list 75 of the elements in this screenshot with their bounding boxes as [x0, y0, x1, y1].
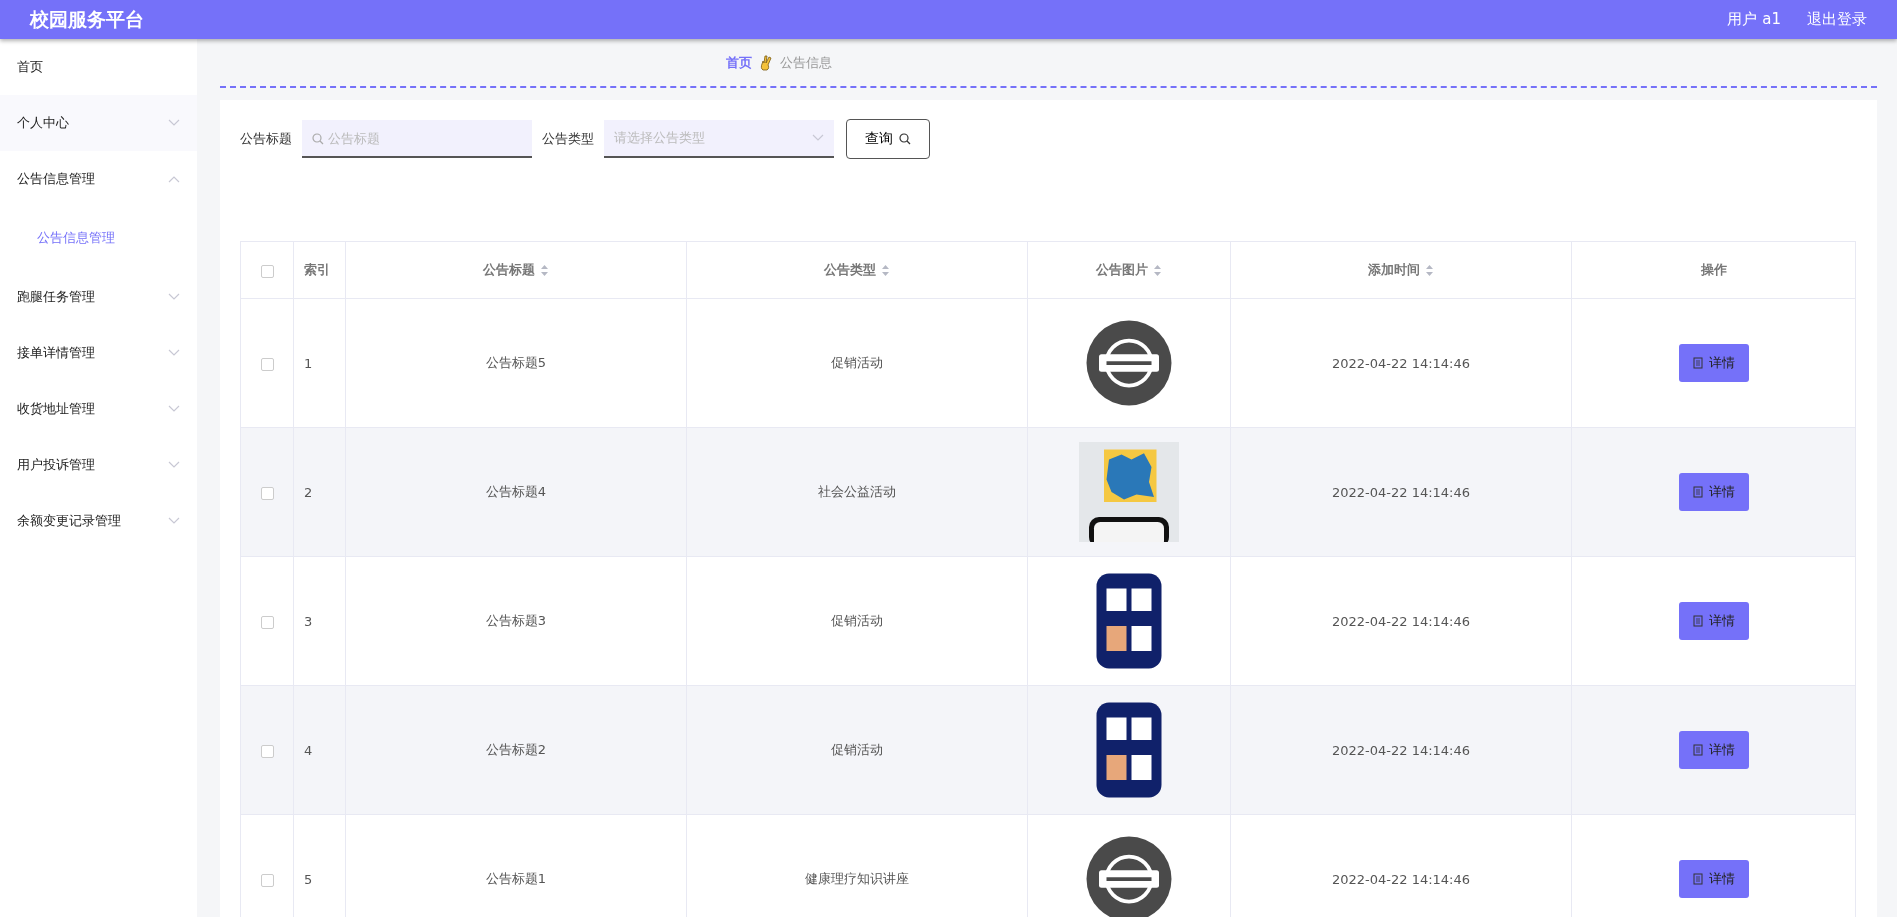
search-icon — [899, 133, 911, 145]
column-header: 索引 — [304, 262, 330, 277]
index-cell: 1 — [304, 355, 313, 371]
select-all-checkbox[interactable] — [260, 264, 274, 278]
sort-icon[interactable] — [881, 264, 890, 277]
chevron-icon — [168, 175, 180, 183]
index-cell: 3 — [304, 613, 313, 629]
time-cell: 2022-04-22 14:14:46 — [1331, 355, 1471, 371]
time-cell: 2022-04-22 14:14:46 — [1331, 613, 1471, 629]
title-cell: 公告标题1 — [485, 871, 547, 886]
chevron-icon — [168, 461, 180, 469]
sort-icon[interactable] — [1153, 264, 1162, 277]
sidebar-item[interactable]: 接单详情管理 — [0, 325, 197, 381]
document-icon — [1692, 615, 1703, 627]
detail-button[interactable]: 详情 — [1678, 473, 1749, 511]
breadcrumb-link[interactable]: 首页 — [725, 53, 752, 72]
document-icon — [1692, 873, 1703, 885]
type-cell: 促销活动 — [831, 742, 883, 757]
chevron-icon — [168, 119, 180, 127]
index-cell: 2 — [304, 484, 313, 500]
column-header: 操作 — [1700, 262, 1727, 277]
sidebar-item[interactable]: 跑腿任务管理 — [0, 269, 197, 325]
chevron-icon — [168, 293, 180, 301]
chevron-icon — [168, 517, 180, 525]
row-checkbox[interactable] — [260, 486, 274, 500]
logout-link[interactable]: 退出登录 — [1807, 10, 1867, 29]
title-cell: 公告标题3 — [485, 613, 547, 628]
sidebar-item[interactable]: 收货地址管理 — [0, 381, 197, 437]
sidebar-item[interactable]: 首页 — [0, 39, 197, 95]
time-cell: 2022-04-22 14:14:46 — [1331, 871, 1471, 887]
chevron-icon — [168, 405, 180, 413]
title-cell: 公告标题5 — [485, 355, 547, 370]
detail-button[interactable]: 详情 — [1678, 602, 1749, 640]
sidebar-item[interactable]: 公告信息管理 — [0, 151, 197, 207]
index-cell: 5 — [304, 871, 313, 887]
column-header[interactable]: 公告类型 — [824, 262, 876, 277]
document-icon — [1692, 744, 1703, 756]
type-cell: 促销活动 — [831, 613, 883, 628]
detail-button[interactable]: 详情 — [1678, 860, 1749, 898]
field-label: 公告类型 — [542, 130, 594, 148]
sort-icon[interactable] — [1425, 264, 1434, 277]
time-cell: 2022-04-22 14:14:46 — [1331, 484, 1471, 500]
user-name: 用户 a1 — [1727, 10, 1781, 29]
sidebar-item[interactable]: 个人中心 — [0, 95, 197, 151]
breadcrumb-current: 公告信息 — [779, 53, 832, 72]
sidebar-item[interactable]: 余额变更记录管理 — [0, 493, 197, 549]
title-search-field[interactable]: 公告标题 — [302, 120, 532, 158]
detail-button[interactable]: 详情 — [1678, 344, 1749, 382]
row-checkbox[interactable] — [260, 873, 274, 887]
column-header[interactable]: 添加时间 — [1368, 262, 1420, 277]
chevron-icon — [812, 134, 824, 142]
app-title: 校园服务平台 — [30, 6, 145, 32]
row-checkbox[interactable] — [260, 615, 274, 629]
sidebar-item[interactable]: 用户投诉管理 — [0, 437, 197, 493]
sidebar-subitem[interactable]: 公告信息管理 — [0, 207, 197, 269]
query-button[interactable]: 查询 — [846, 119, 930, 159]
sort-icon[interactable] — [540, 264, 549, 277]
title-cell: 公告标题4 — [485, 484, 547, 499]
document-icon — [1692, 357, 1703, 369]
type-cell: 社会公益活动 — [818, 484, 896, 499]
row-checkbox[interactable] — [260, 744, 274, 758]
row-checkbox[interactable] — [260, 357, 274, 371]
search-icon — [312, 133, 324, 145]
type-cell: 促销活动 — [831, 355, 883, 370]
chevron-icon — [168, 349, 180, 357]
field-label: 公告标题 — [240, 130, 292, 148]
index-cell: 4 — [304, 742, 313, 758]
title-cell: 公告标题2 — [485, 742, 547, 757]
time-cell: 2022-04-22 14:14:46 — [1331, 742, 1471, 758]
column-header[interactable]: 公告标题 — [483, 262, 535, 277]
detail-button[interactable]: 详情 — [1678, 731, 1749, 769]
hand-icon — [759, 54, 772, 71]
column-header[interactable]: 公告图片 — [1096, 262, 1148, 277]
type-cell: 健康理疗知识讲座 — [805, 871, 909, 886]
document-icon — [1692, 486, 1703, 498]
